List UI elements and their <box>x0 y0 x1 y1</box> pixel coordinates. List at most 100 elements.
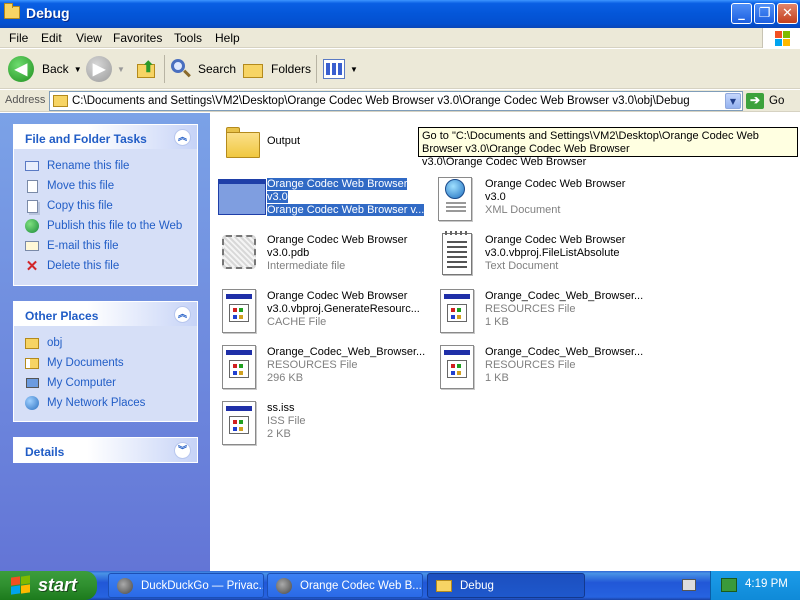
folder-icon <box>436 579 452 592</box>
search-icon <box>170 58 192 80</box>
forward-button[interactable]: ▶ ▼ <box>86 53 125 85</box>
xml-document-icon <box>436 175 478 221</box>
search-button[interactable]: Search <box>170 53 236 85</box>
copy-icon <box>24 198 40 214</box>
task-pane: File and Folder Tasks ︽ Rename this file… <box>0 113 210 571</box>
explorer-window: Debug _ ❐ ✕ File Edit View Favorites Too… <box>0 0 800 571</box>
copy-file-link[interactable]: Copy this file <box>24 198 113 214</box>
file-item[interactable]: Orange_Codec_Web_Browser... RESOURCES Fi… <box>428 287 643 339</box>
rename-icon <box>24 158 40 174</box>
place-my-documents-link[interactable]: My Documents <box>24 355 124 371</box>
forward-arrow-icon: ▶ <box>86 56 112 82</box>
address-path: C:\Documents and Settings\VM2\Desktop\Or… <box>72 95 690 107</box>
collapse-icon[interactable]: ︽ <box>174 306 191 323</box>
maximize-button[interactable]: ❐ <box>754 3 775 24</box>
network-icon <box>24 395 40 411</box>
panel-header[interactable]: Other Places ︽ <box>14 302 197 326</box>
file-item[interactable]: Orange Codec Web Browser v3.0.vbproj.Fil… <box>428 231 643 283</box>
other-places-panel: Other Places ︽ obj My Documents My Compu… <box>13 301 198 422</box>
taskbar-orange-codec-button[interactable]: Orange Codec Web B... <box>267 573 423 598</box>
delete-file-link[interactable]: ✕ Delete this file <box>24 258 120 275</box>
taskbar-duckduckgo-button[interactable]: DuckDuckGo — Privac... <box>108 573 264 598</box>
address-input[interactable]: C:\Documents and Settings\VM2\Desktop\Or… <box>49 91 743 111</box>
chevron-down-icon[interactable]: ▼ <box>350 65 358 74</box>
generic-file-icon <box>436 287 478 333</box>
chevron-down-icon[interactable]: ▼ <box>117 65 125 74</box>
collapse-icon[interactable]: ︽ <box>174 129 191 146</box>
details-panel: Details ︾ <box>13 437 198 463</box>
taskbar: start DuckDuckGo — Privac... Orange Code… <box>0 571 800 600</box>
menu-edit[interactable]: Edit <box>41 31 62 45</box>
place-my-computer-link[interactable]: My Computer <box>24 375 116 391</box>
panel-header[interactable]: File and Folder Tasks ︽ <box>14 125 197 149</box>
menu-favorites[interactable]: Favorites <box>113 31 162 45</box>
text-document-icon <box>436 231 478 277</box>
tooltip: Go to "C:\Documents and Settings\VM2\Des… <box>418 127 798 168</box>
views-icon <box>323 59 345 79</box>
generic-file-icon <box>218 343 260 389</box>
up-folder-icon: ⬆ <box>135 58 157 80</box>
menu-tools[interactable]: Tools <box>174 31 202 45</box>
windows-logo-icon <box>762 28 800 48</box>
globe-icon <box>24 218 40 234</box>
publish-web-link[interactable]: Publish this file to the Web <box>24 218 182 234</box>
back-button[interactable]: ◀ Back ▼ <box>8 53 82 85</box>
file-item-selected[interactable]: Orange Codec Web Browser v3.0 Orange Cod… <box>210 175 425 227</box>
move-icon <box>24 178 40 194</box>
menu-help[interactable]: Help <box>215 31 240 45</box>
browser-icon <box>276 577 292 594</box>
address-label: Address <box>5 94 46 106</box>
file-list: Output Orange Codec Web Browser v3.0 Ora… <box>210 113 800 571</box>
folders-button[interactable]: Folders <box>242 53 311 85</box>
panel-header[interactable]: Details ︾ <box>14 438 197 462</box>
email-icon <box>24 238 40 254</box>
application-icon <box>218 175 266 221</box>
minimize-button[interactable]: _ <box>731 3 752 24</box>
folders-icon <box>242 59 264 79</box>
system-tray: 4:19 PM <box>710 571 800 600</box>
menu-view[interactable]: View <box>76 31 102 45</box>
file-item[interactable]: Orange Codec Web Browser v3.0.vbproj.Gen… <box>210 287 425 339</box>
address-dropdown-button[interactable]: ▼ <box>725 93 741 109</box>
generic-file-icon <box>218 287 260 333</box>
start-button[interactable]: start <box>0 571 97 600</box>
taskbar-debug-button[interactable]: Debug <box>427 573 585 598</box>
file-item[interactable]: Orange Codec Web Browser v3.0 XML Docume… <box>428 175 643 227</box>
toolbar: ◀ Back ▼ ▶ ▼ ⬆ Search Folders ▼ <box>0 49 800 89</box>
file-folder-tasks-panel: File and Folder Tasks ︽ Rename this file… <box>13 124 198 286</box>
folder-icon <box>218 119 260 165</box>
file-item[interactable]: Output <box>210 119 425 171</box>
move-file-link[interactable]: Move this file <box>24 178 114 194</box>
file-item[interactable]: Orange Codec Web Browser v3.0.pdb Interm… <box>210 231 425 283</box>
go-arrow-icon: ➔ <box>746 93 764 109</box>
title-bar[interactable]: Debug _ ❐ ✕ <box>0 0 800 28</box>
menu-file[interactable]: File <box>9 31 28 45</box>
address-bar: Address C:\Documents and Settings\VM2\De… <box>0 90 800 112</box>
place-obj-link[interactable]: obj <box>24 335 62 351</box>
go-button[interactable]: ➔ Go <box>746 92 784 110</box>
folder-icon <box>53 95 68 107</box>
generic-file-icon <box>218 399 260 445</box>
chevron-down-icon[interactable]: ▼ <box>74 65 82 74</box>
expand-icon[interactable]: ︾ <box>174 442 191 459</box>
browser-icon <box>117 577 133 594</box>
my-documents-icon <box>24 355 40 371</box>
intermediate-file-icon <box>218 231 260 277</box>
folder-icon <box>4 3 20 19</box>
file-item[interactable]: Orange_Codec_Web_Browser... RESOURCES Fi… <box>428 343 643 395</box>
file-item[interactable]: ss.iss ISS File 2 KB <box>210 399 425 451</box>
menu-bar: File Edit View Favorites Tools Help <box>0 28 800 48</box>
network-tray-icon[interactable] <box>721 578 737 592</box>
file-item[interactable]: Orange_Codec_Web_Browser... RESOURCES Fi… <box>210 343 425 395</box>
email-file-link[interactable]: E-mail this file <box>24 238 119 254</box>
window-title: Debug <box>26 5 70 21</box>
back-arrow-icon: ◀ <box>8 56 34 82</box>
clock: 4:19 PM <box>745 578 788 590</box>
place-network-link[interactable]: My Network Places <box>24 395 145 411</box>
up-folder-button[interactable]: ⬆ <box>135 53 157 85</box>
folder-icon <box>24 335 40 351</box>
rename-file-link[interactable]: Rename this file <box>24 158 129 174</box>
close-button[interactable]: ✕ <box>777 3 798 24</box>
keyboard-icon[interactable] <box>682 579 696 591</box>
views-button[interactable]: ▼ <box>323 53 358 85</box>
